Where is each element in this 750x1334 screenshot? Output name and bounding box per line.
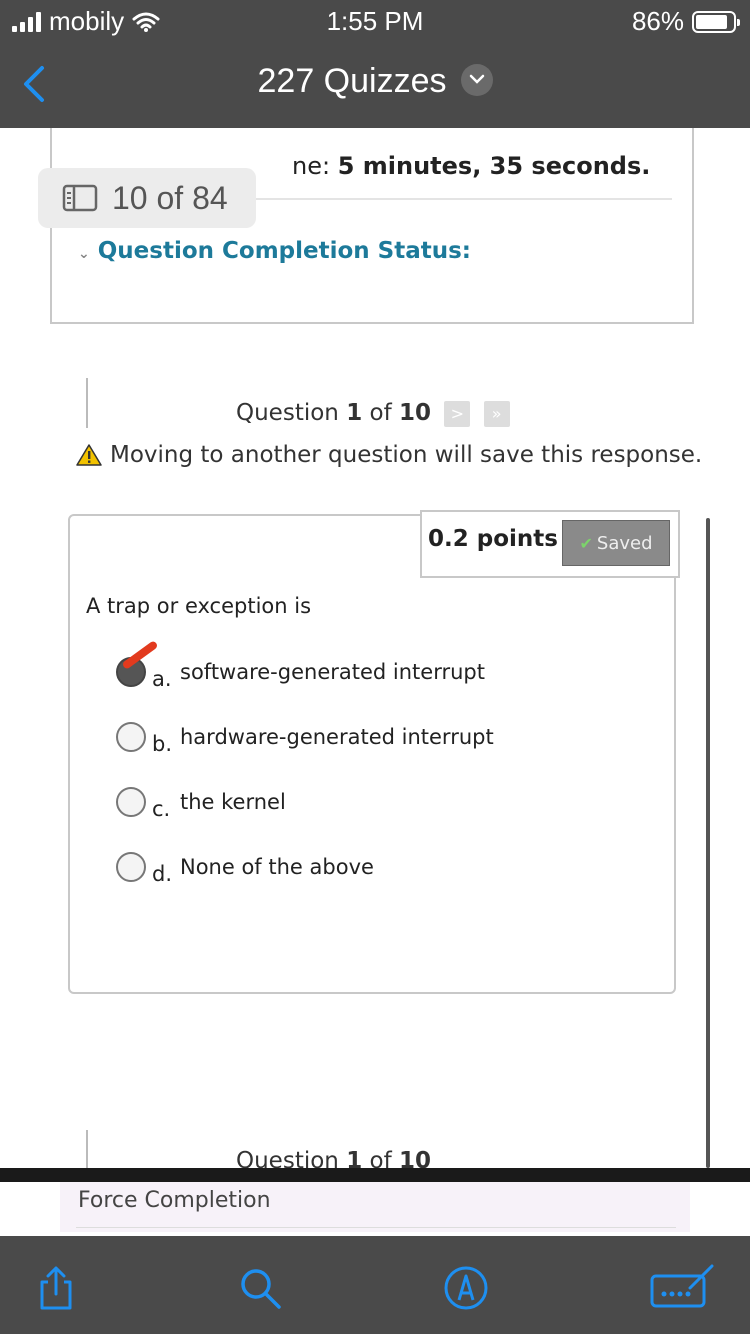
question-card: 0.2 points ✔ Saved A trap or exception i… — [68, 510, 680, 994]
divider — [76, 1227, 676, 1228]
share-icon[interactable] — [32, 1264, 80, 1312]
question-text: A trap or exception is — [86, 594, 312, 618]
radio-a[interactable] — [116, 640, 159, 687]
chevron-down-icon[interactable] — [460, 64, 493, 97]
scrollbar[interactable] — [706, 518, 710, 1168]
battery-icon — [692, 10, 740, 33]
markup-icon[interactable] — [442, 1264, 490, 1312]
check-icon: ✔ — [579, 533, 593, 553]
bottom-toolbar — [0, 1236, 750, 1334]
saved-badge: ✔ Saved — [562, 520, 670, 566]
battery-percent: 86% — [631, 6, 684, 36]
force-completion-label: Force Completion — [78, 1188, 271, 1213]
elapsed-time: ne: 5 minutes, 35 seconds. — [292, 152, 650, 180]
expand-icon: ⌄ — [78, 246, 90, 262]
points-label: 0.2 points — [428, 526, 558, 552]
check-scribble-icon — [121, 640, 159, 670]
question-current: 1 — [346, 400, 363, 426]
page-indicator-label: 10 of 84 — [112, 179, 228, 216]
option-letter: d. — [152, 862, 173, 886]
warning-text: Moving to another question will save thi… — [110, 442, 703, 468]
answer-option-a[interactable]: a. software-generated interrupt — [116, 640, 485, 692]
connector-line — [86, 378, 108, 428]
time-value: 5 minutes, 35 seconds. — [337, 152, 651, 180]
navigation-bar: 227 Quizzes — [0, 42, 750, 128]
question-total: 10 — [399, 400, 432, 426]
answer-option-d[interactable]: d. None of the above — [116, 847, 374, 887]
option-text: hardware-generated interrupt — [180, 725, 494, 749]
option-text: None of the above — [180, 855, 374, 879]
last-question-button[interactable]: » — [483, 400, 510, 427]
connector-line — [86, 1130, 108, 1170]
radio-c[interactable] — [116, 787, 146, 817]
quiz-content: ne: 5 minutes, 35 seconds. ⌄ Question Com… — [0, 128, 750, 1236]
option-letter: a. — [152, 667, 172, 691]
option-text: the kernel — [180, 790, 286, 814]
option-letter: b. — [152, 732, 173, 756]
nav-title-text: 227 Quizzes — [257, 62, 447, 100]
answer-option-b[interactable]: b. hardware-generated interrupt — [116, 717, 494, 757]
question-prefix: Question — [236, 400, 339, 426]
completion-status-label: Question Completion Status: — [97, 238, 472, 264]
option-letter: c. — [152, 797, 171, 821]
next-question-button[interactable]: > — [444, 400, 471, 427]
viewer-divider — [0, 1168, 750, 1182]
question-of: of — [369, 400, 392, 426]
nav-title[interactable]: 227 Quizzes — [0, 62, 750, 101]
saved-label: Saved — [596, 532, 653, 554]
page-indicator[interactable]: 10 of 84 — [38, 168, 256, 228]
force-completion-section: Force Completion — [60, 1182, 690, 1232]
points-box: 0.2 points ✔ Saved — [420, 510, 680, 578]
warning-icon — [76, 444, 102, 466]
question-counter: Question 1 of 10 > » — [236, 400, 510, 427]
option-text: software-generated interrupt — [180, 660, 485, 684]
radio-b[interactable] — [116, 722, 146, 752]
completion-status-toggle[interactable]: ⌄ Question Completion Status: — [78, 238, 471, 264]
battery-group: 86% — [631, 6, 740, 37]
save-warning: Moving to another question will save thi… — [76, 442, 702, 468]
status-bar: mobily 1:55 PM 86% — [0, 0, 750, 42]
time-prefix: ne: — [292, 152, 331, 180]
page-icon — [62, 184, 98, 212]
keyboard-icon[interactable] — [650, 1264, 716, 1312]
radio-d[interactable] — [116, 852, 146, 882]
search-icon[interactable] — [236, 1264, 284, 1312]
answer-option-c[interactable]: c. the kernel — [116, 782, 286, 822]
